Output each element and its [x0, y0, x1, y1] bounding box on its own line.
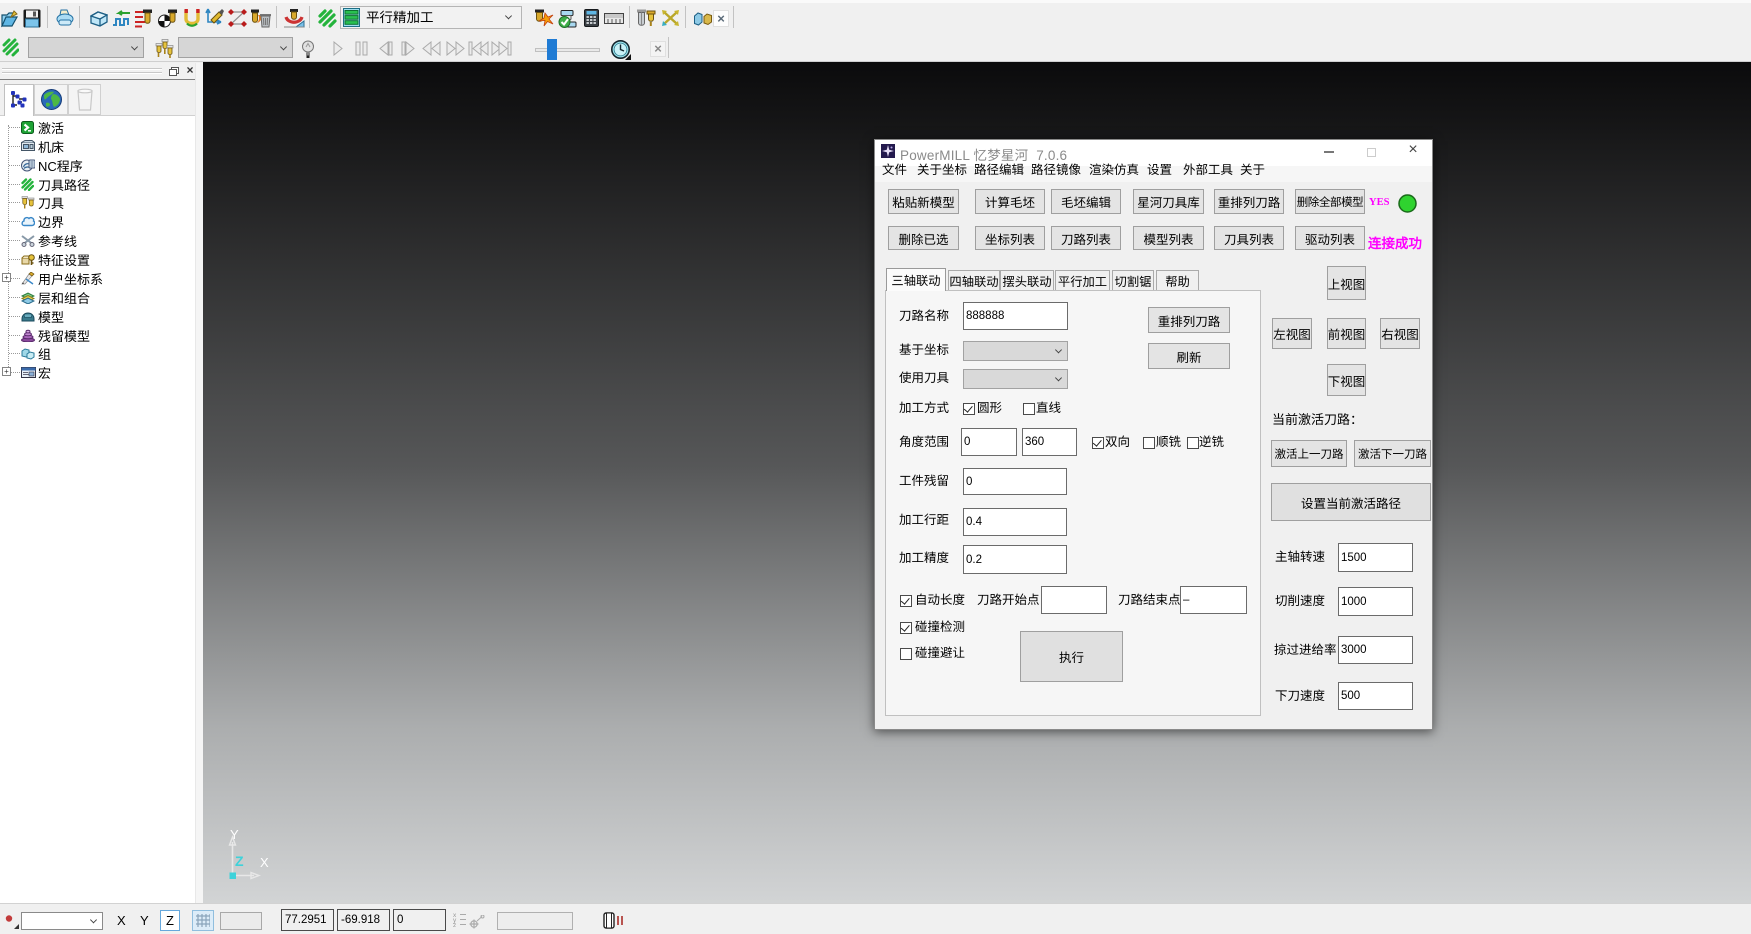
svg-text:Z: Z — [235, 853, 244, 869]
svg-text:z: z — [453, 922, 456, 927]
svg-text:X: X — [260, 855, 269, 870]
svg-text:Y: Y — [230, 830, 239, 842]
